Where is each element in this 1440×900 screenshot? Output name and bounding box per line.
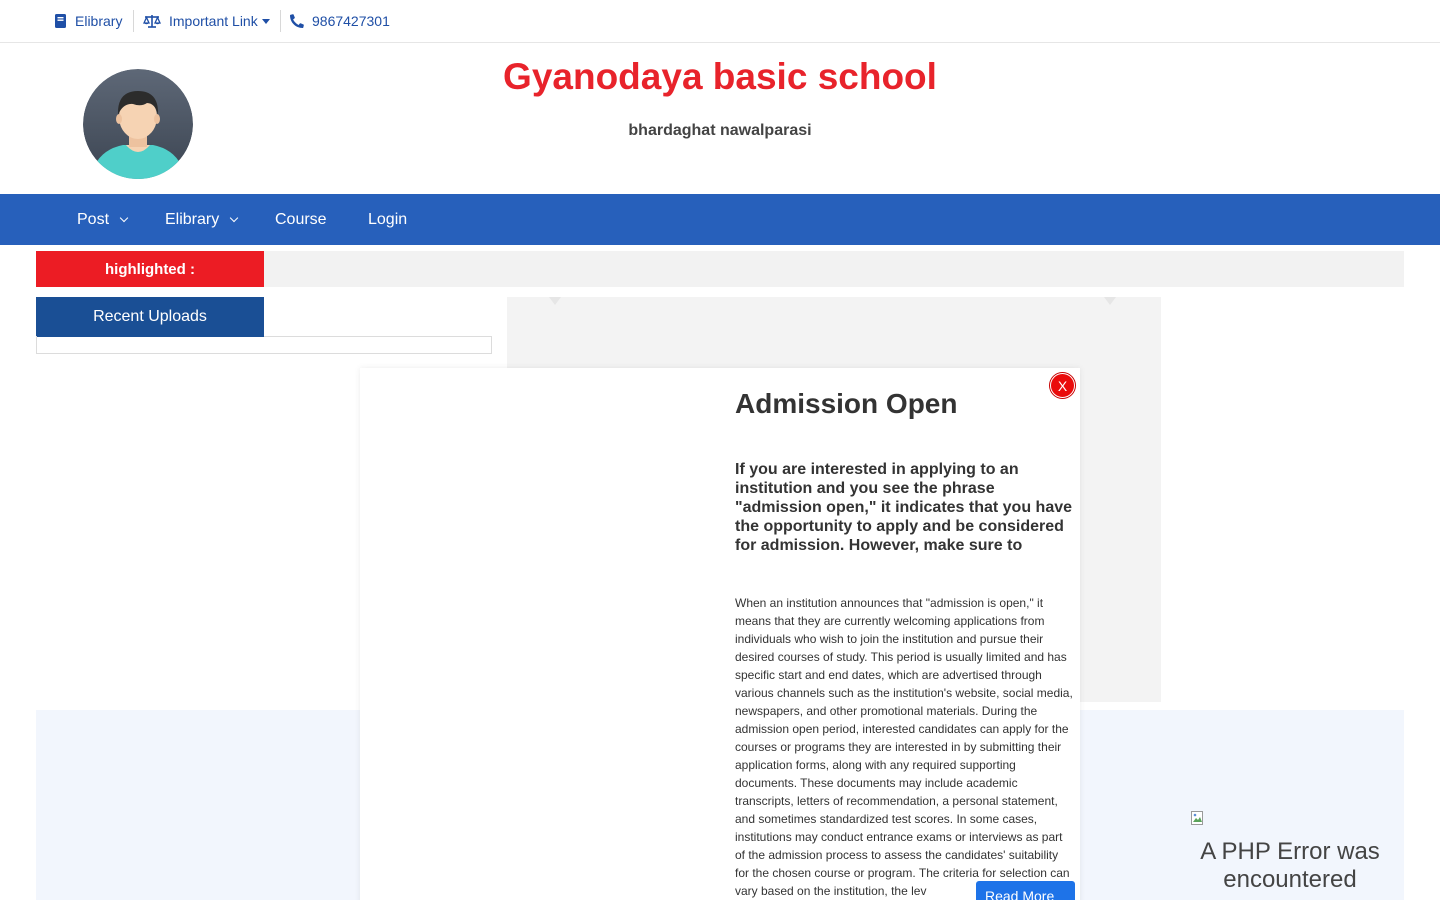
divider [280, 10, 281, 32]
popup-lead-text: If you are interested in applying to an … [735, 461, 1073, 554]
nav-item-elibrary[interactable]: Elibrary [165, 194, 239, 245]
topbar-phone-number: 9867427301 [312, 13, 390, 29]
recent-uploads-heading: Recent Uploads [36, 297, 264, 337]
topbar-elibrary-link[interactable]: Elibrary [54, 0, 122, 42]
nav-item-label: Course [275, 210, 327, 228]
slider-next-arrow-icon[interactable] [1104, 297, 1116, 305]
nav-item-label: Login [368, 210, 408, 228]
chevron-down-icon [229, 213, 239, 223]
nav-item-label: Elibrary [165, 210, 220, 228]
read-more-button[interactable]: Read More [976, 881, 1075, 900]
highlight-label: highlighted : [36, 251, 264, 287]
topbar-important-link-label: Important Link [169, 13, 258, 29]
site-title: Gyanodaya basic school [503, 56, 937, 97]
topbar-phone-link[interactable]: 9867427301 [290, 0, 390, 42]
nav-item-post[interactable]: Post [77, 194, 129, 245]
php-error-message: A PHP Error was encountered [1200, 838, 1380, 893]
top-bar: Elibrary Important Link 9867427301 [0, 0, 1440, 43]
topbar-important-link-dropdown[interactable]: Important Link [143, 0, 270, 42]
book-icon [55, 14, 66, 28]
popup-body-text: When an institution announces that "admi… [735, 596, 1073, 898]
caret-down-icon [261, 19, 270, 24]
topbar-elibrary-label: Elibrary [75, 13, 123, 29]
chevron-down-icon [119, 213, 129, 223]
nav-item-login[interactable]: Login [368, 194, 407, 245]
broken-image-icon [1191, 811, 1203, 825]
site-subtitle: bhardaghat nawalparasi [628, 122, 812, 139]
nav-item-course[interactable]: Course [275, 194, 327, 245]
divider [133, 10, 134, 32]
recent-uploads-list [36, 336, 492, 354]
popup-title: Admission Open [735, 388, 958, 419]
scale-icon [143, 15, 161, 28]
nav-item-label: Post [77, 210, 110, 228]
popup-close-button[interactable]: X [1050, 373, 1075, 398]
slider-prev-arrow-icon[interactable] [549, 297, 561, 305]
main-navbar: Post Elibrary Course Login [0, 194, 1440, 245]
phone-icon [290, 14, 304, 28]
